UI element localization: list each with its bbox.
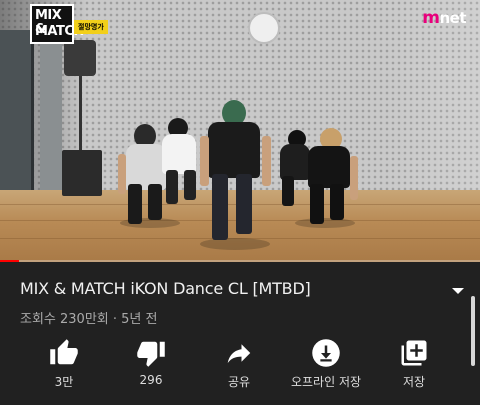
- share-icon: [227, 344, 251, 363]
- video-frame-clock: [248, 12, 280, 44]
- show-logo-tag: 절망명가: [74, 20, 108, 34]
- download-label: 오프라인 저장: [290, 375, 362, 389]
- download-icon: [312, 339, 340, 367]
- thumb-down-icon: [137, 341, 165, 367]
- video-frame-dancer: [300, 128, 360, 232]
- video-actions: 3만 296 공유 오프라인 저장 저장: [0, 338, 480, 396]
- chevron-down-icon[interactable]: [450, 284, 466, 298]
- dislike-count: 296: [139, 373, 163, 387]
- show-logo: MIX & MATCH: [30, 4, 84, 44]
- video-meta: 조회수 230만회 · 5년 전: [20, 312, 158, 327]
- save-label: 저장: [402, 375, 426, 389]
- video-progress-fill: [0, 260, 20, 262]
- video-title: MIX & MATCH iKON Dance CL [MTBD]: [20, 279, 311, 298]
- share-button[interactable]: 공유: [194, 338, 284, 396]
- video-player[interactable]: MIX & MATCH 절망명가 mnet: [0, 0, 480, 262]
- channel-watermark: mnet: [422, 8, 466, 28]
- like-button[interactable]: 3만: [19, 338, 109, 396]
- save-playlist-icon: [401, 340, 427, 366]
- video-frame-door: [0, 30, 34, 196]
- video-frame-dancer: [200, 100, 272, 250]
- thumb-up-icon: [50, 339, 78, 365]
- download-button[interactable]: 오프라인 저장: [281, 338, 371, 396]
- video-progress-bar[interactable]: [0, 260, 480, 262]
- share-label: 공유: [227, 375, 251, 389]
- dislike-button[interactable]: 296: [106, 338, 196, 396]
- video-frame-speaker: [64, 40, 96, 76]
- save-button[interactable]: 저장: [369, 338, 459, 396]
- like-count: 3만: [54, 375, 74, 389]
